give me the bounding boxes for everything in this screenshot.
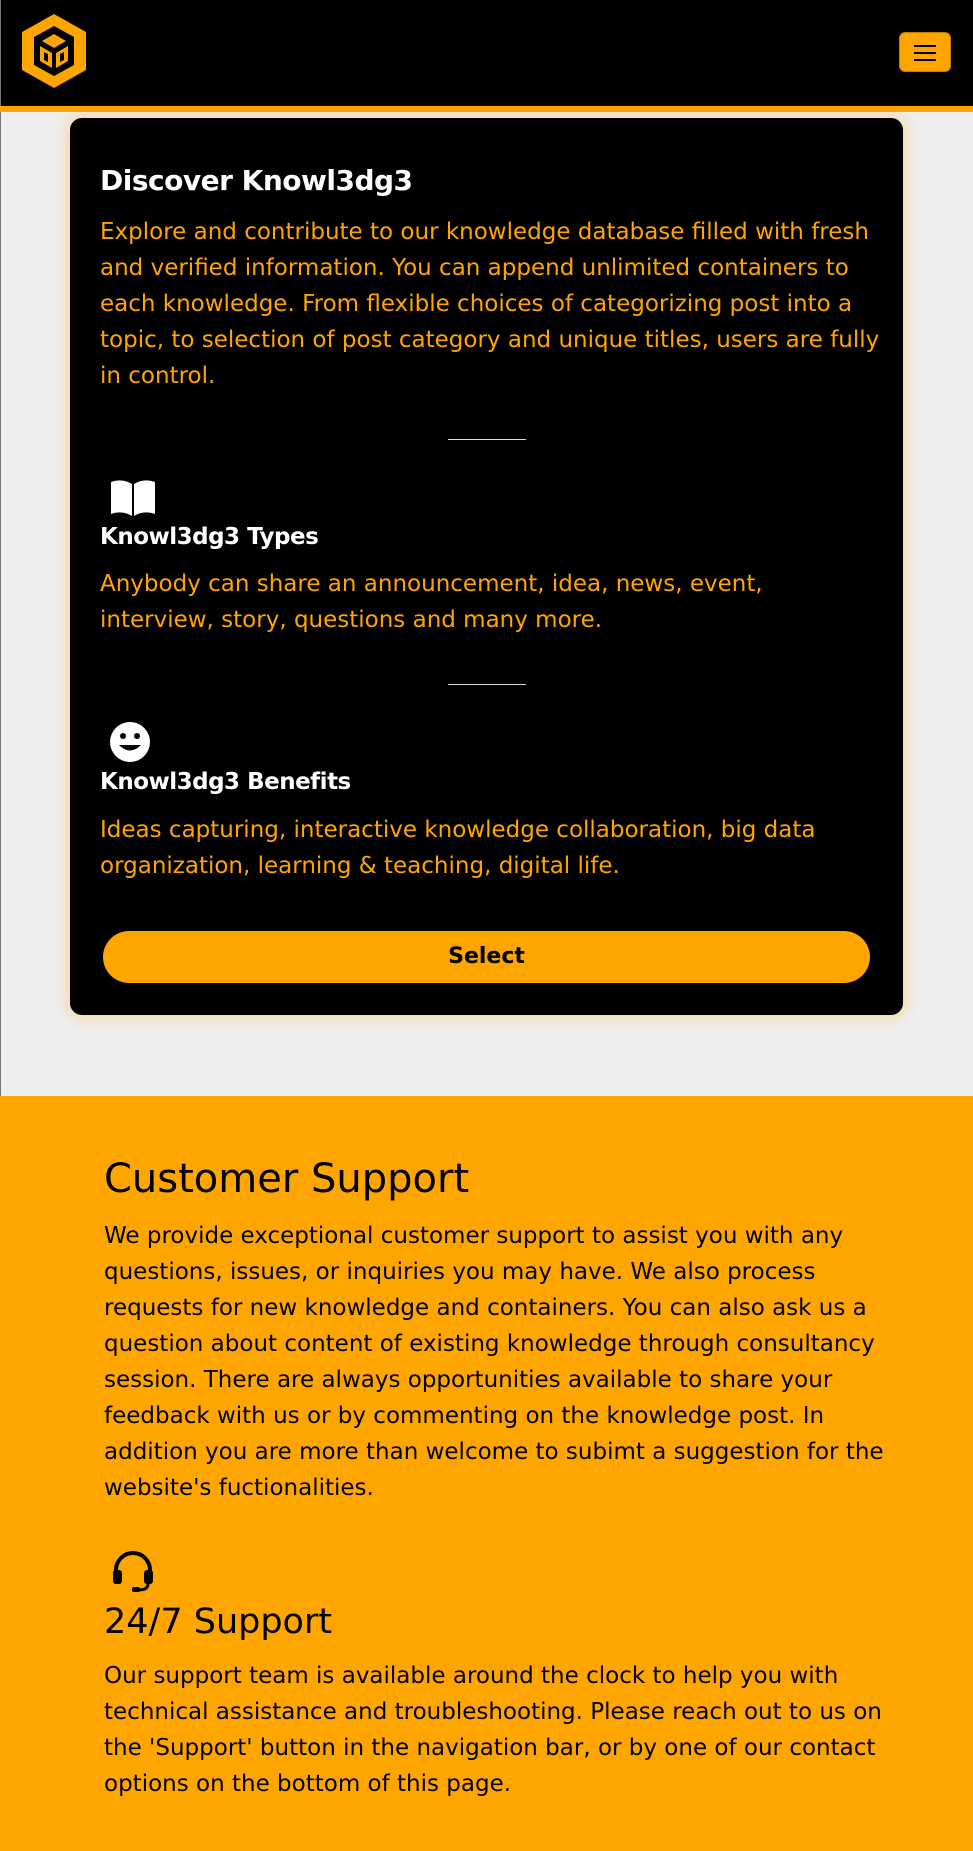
feature-text-benefits: Ideas capturing, interactive knowledge c… [100,817,816,879]
navbar [0,0,973,108]
divider [448,684,526,685]
smiley-face-icon [110,722,150,762]
card-title: Discover Knowl3dg3 [100,164,413,197]
feature-title-types: Knowl3dg3 Types [100,524,319,550]
hamburger-menu-button[interactable] [899,32,951,72]
discover-card: Discover Knowl3dg3 Explore and contribut… [70,118,903,1015]
headset-icon [113,1551,153,1592]
feature-text-types: Anybody can share an announcement, idea,… [100,571,763,633]
customer-support-text: We provide exceptional customer support … [104,1223,884,1501]
customer-support-section: Customer Support We provide exceptional … [0,1096,973,1851]
cube-logo-icon[interactable] [18,12,90,90]
customer-support-title: Customer Support [104,1156,470,1202]
support-subtitle: 24/7 Support [104,1602,333,1642]
support-subtext: Our support team is available around the… [104,1663,882,1797]
hamburger-menu-icon [914,45,936,61]
select-button[interactable]: Select [103,931,870,983]
open-book-icon [111,480,155,516]
card-description: Explore and contribute to our knowledge … [100,219,880,389]
divider [448,439,526,440]
feature-title-benefits: Knowl3dg3 Benefits [100,769,351,795]
